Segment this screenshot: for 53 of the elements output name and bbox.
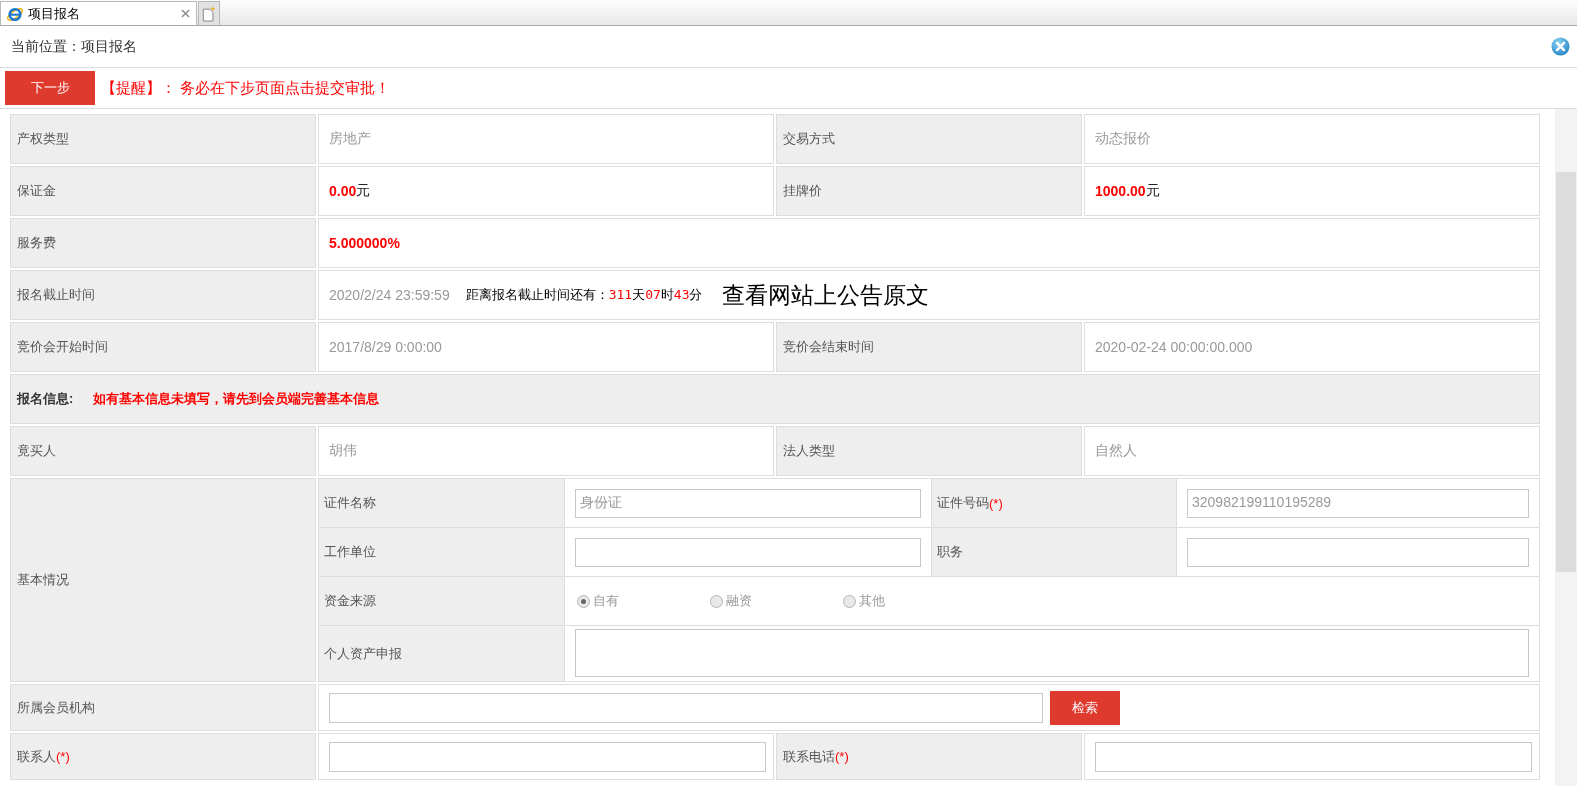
field-value: 5.000000%: [318, 218, 1540, 268]
browser-tab[interactable]: 项目报名: [0, 1, 197, 25]
field-label: 职务: [932, 528, 1176, 576]
new-page-icon: [202, 5, 216, 22]
field-label: 证件名称: [319, 479, 564, 527]
new-tab-button[interactable]: [198, 1, 220, 25]
field-label: 交易方式: [776, 114, 1082, 164]
close-icon[interactable]: [181, 9, 190, 18]
field-value: 2017/8/29 0:00:00: [318, 322, 774, 372]
field-label: 报名截止时间: [10, 270, 316, 320]
input-field[interactable]: [575, 537, 921, 567]
section-note: 如有基本信息未填写，请先到会员端完善基本信息: [93, 390, 380, 408]
field-label: 挂牌价: [776, 166, 1082, 216]
field-label: 个人资产申报: [319, 626, 564, 681]
countdown-text: 距离报名截止时间还有：311天07时43分: [465, 286, 703, 304]
field-label: 产权类型: [10, 114, 316, 164]
field-value: 2020-02-24 00:00:00.000: [1084, 322, 1540, 372]
close-icon[interactable]: [1551, 37, 1570, 56]
field-label: 所属会员机构: [10, 684, 316, 731]
field-label: 法人类型: [776, 426, 1082, 476]
field-label: 服务费: [10, 218, 316, 268]
field-label: 工作单位: [319, 528, 564, 576]
field-label: 联系电话(*): [776, 733, 1082, 780]
input-field[interactable]: [329, 692, 1043, 723]
field-value: 动态报价: [1084, 114, 1540, 164]
field-label: 竞价会结束时间: [776, 322, 1082, 372]
section-title: 报名信息:: [17, 390, 74, 408]
field-label: 基本情况: [10, 478, 316, 682]
input-field[interactable]: [1095, 741, 1532, 772]
input-field[interactable]: [329, 741, 766, 772]
reminder-text: 【提醒】： 务必在下步页面点击提交审批！: [101, 78, 391, 98]
field-label: 竞价会开始时间: [10, 322, 316, 372]
field-value: 自然人: [1084, 426, 1540, 476]
field-label: 资金来源: [319, 577, 564, 625]
field-label: 证件号码(*): [932, 479, 1176, 527]
input-field[interactable]: 身份证: [575, 488, 921, 518]
field-value: 胡伟: [318, 426, 774, 476]
input-field[interactable]: [1187, 537, 1529, 567]
scrollbar[interactable]: [1555, 109, 1577, 786]
text-area[interactable]: [575, 629, 1529, 677]
search-button[interactable]: 检索: [1050, 690, 1120, 725]
next-step-button[interactable]: 下一步: [5, 71, 95, 105]
announcement-link[interactable]: 查看网站上公告原文: [722, 279, 930, 311]
field-label: 竟买人: [10, 426, 316, 476]
field-value: 1000.00元: [1084, 166, 1540, 216]
field-label: 保证金: [10, 166, 316, 216]
scrollbar-thumb[interactable]: [1556, 172, 1576, 572]
input-field[interactable]: 320982199110195289: [1187, 488, 1529, 518]
field-value: 0.00元: [318, 166, 774, 216]
deadline-value: 2020/2/24 23:59:59: [329, 287, 450, 303]
field-value: 房地产: [318, 114, 774, 164]
breadcrumb: 当前位置：项目报名: [11, 37, 137, 56]
field-label: 联系人(*): [10, 733, 316, 780]
